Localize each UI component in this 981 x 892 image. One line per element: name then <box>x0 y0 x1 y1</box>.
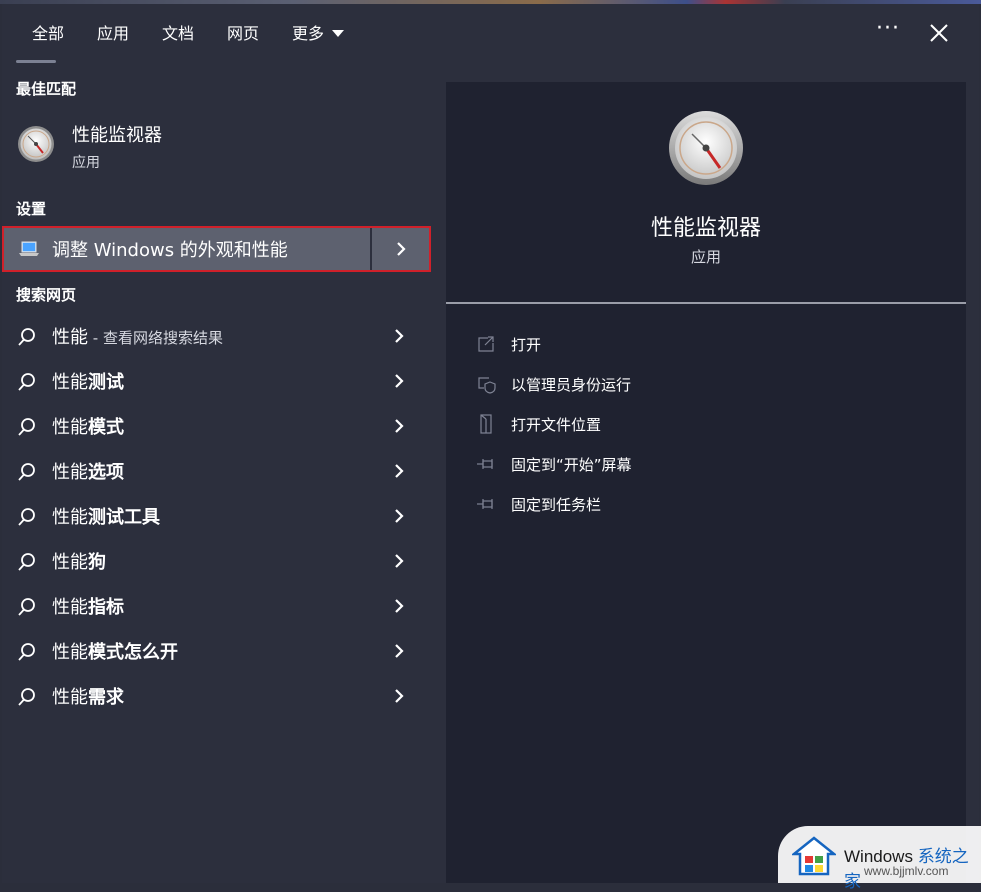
chevron-right-icon <box>397 242 406 256</box>
search-window: 全部 应用 文档 网页 更多 ··· 最佳匹配 性能监视器 应用 设置 调整 W… <box>2 4 979 883</box>
house-windows-logo-icon <box>792 836 836 876</box>
search-icon <box>18 418 35 436</box>
action-run-as-admin[interactable]: 以管理员身份运行 <box>476 370 946 400</box>
best-match-heading: 最佳匹配 <box>16 80 77 98</box>
search-icon <box>18 598 35 616</box>
close-button[interactable] <box>924 18 954 48</box>
tab-documents[interactable]: 文档 <box>162 20 194 48</box>
web-result-item[interactable]: 性能指标 <box>2 584 431 628</box>
web-result-text: 性能测试工具 <box>52 507 160 528</box>
chevron-right-icon <box>395 374 404 388</box>
web-result-text: 性能狗 <box>52 552 106 573</box>
action-open[interactable]: 打开 <box>476 330 946 360</box>
web-result-item[interactable]: 性能需求 <box>2 674 431 718</box>
web-result-item[interactable]: 性能狗 <box>2 539 431 583</box>
action-open-file-location[interactable]: 打开文件位置 <box>476 410 946 440</box>
caret-down-icon <box>332 29 345 37</box>
shield-icon <box>478 377 496 394</box>
best-match-title: 性能监视器 <box>72 125 162 146</box>
results-pane: 最佳匹配 性能监视器 应用 设置 调整 Windows 的外观和性能 搜索网页 … <box>2 66 431 883</box>
more-options-button[interactable]: ··· <box>874 18 902 46</box>
tab-more[interactable]: 更多 <box>292 20 345 48</box>
pin-icon <box>477 499 493 509</box>
setting-expand-button[interactable] <box>372 228 429 270</box>
watermark: Windows 系统之家 www.bjjmlv.com <box>778 826 981 891</box>
details-pane: 性能监视器 应用 打开 以管理员身份运行 打开文件位置 固定到“开始”屏幕 固定… <box>446 82 966 883</box>
search-icon <box>18 688 35 706</box>
search-icon <box>18 508 35 526</box>
pin-icon <box>477 459 493 469</box>
performance-monitor-icon <box>669 111 743 185</box>
web-result-item[interactable]: 性能选项 <box>2 449 431 493</box>
action-label: 固定到任务栏 <box>511 496 602 514</box>
setting-item-main[interactable]: 调整 Windows 的外观和性能 <box>4 228 370 270</box>
web-result-item[interactable]: 性能模式 <box>2 404 431 448</box>
action-label: 以管理员身份运行 <box>511 376 632 394</box>
action-label: 打开 <box>511 336 542 354</box>
app-type: 应用 <box>690 248 721 266</box>
open-icon <box>478 336 494 352</box>
web-result-text: 性能选项 <box>52 462 124 483</box>
close-icon <box>930 24 948 42</box>
chevron-right-icon <box>395 419 404 433</box>
action-pin-to-taskbar[interactable]: 固定到任务栏 <box>476 490 946 520</box>
web-result-item[interactable]: 性能模式怎么开 <box>2 629 431 673</box>
file-location-icon <box>480 414 492 434</box>
web-result-text: 性能模式怎么开 <box>52 642 178 663</box>
web-result-text: 性能需求 <box>52 687 124 708</box>
chevron-right-icon <box>395 509 404 523</box>
search-icon <box>18 328 35 346</box>
chevron-right-icon <box>395 689 404 703</box>
chevron-right-icon <box>395 599 404 613</box>
chevron-right-icon <box>395 554 404 568</box>
web-result-item[interactable]: 性能 - 查看网络搜索结果 <box>2 314 431 358</box>
watermark-url: www.bjjmlv.com <box>864 864 949 878</box>
chevron-right-icon <box>395 464 404 478</box>
tab-web[interactable]: 网页 <box>227 20 259 48</box>
web-result-text: 性能 - 查看网络搜索结果 <box>52 327 223 348</box>
performance-monitor-icon <box>18 126 54 162</box>
tab-all[interactable]: 全部 <box>32 20 64 48</box>
action-label: 打开文件位置 <box>511 416 602 434</box>
web-result-text: 性能测试 <box>52 372 124 393</box>
web-result-item[interactable]: 性能测试 <box>2 359 431 403</box>
best-match-subtitle: 应用 <box>72 155 100 171</box>
action-pin-to-start[interactable]: 固定到“开始”屏幕 <box>476 450 946 480</box>
active-tab-indicator <box>16 60 56 63</box>
settings-heading: 设置 <box>16 200 47 218</box>
setting-item-label: 调整 Windows 的外观和性能 <box>52 240 288 261</box>
search-header: 全部 应用 文档 网页 更多 ··· <box>2 4 979 66</box>
tab-apps[interactable]: 应用 <box>97 20 129 48</box>
tab-more-label: 更多 <box>292 24 325 43</box>
chevron-right-icon <box>395 329 404 343</box>
search-icon <box>18 643 35 661</box>
web-result-text: 性能模式 <box>52 417 124 438</box>
setting-item-adjust-appearance: 调整 Windows 的外观和性能 <box>2 226 431 272</box>
details-divider <box>446 302 966 304</box>
search-icon <box>18 553 35 571</box>
search-icon <box>18 373 35 391</box>
chevron-right-icon <box>395 644 404 658</box>
search-icon <box>18 463 35 481</box>
laptop-settings-icon <box>19 241 39 256</box>
action-label: 固定到“开始”屏幕 <box>511 456 632 474</box>
app-title: 性能监视器 <box>650 216 761 241</box>
best-match-item[interactable]: 性能监视器 应用 <box>2 106 431 174</box>
web-result-text: 性能指标 <box>52 597 124 618</box>
web-search-heading: 搜索网页 <box>16 286 77 304</box>
web-result-item[interactable]: 性能测试工具 <box>2 494 431 538</box>
